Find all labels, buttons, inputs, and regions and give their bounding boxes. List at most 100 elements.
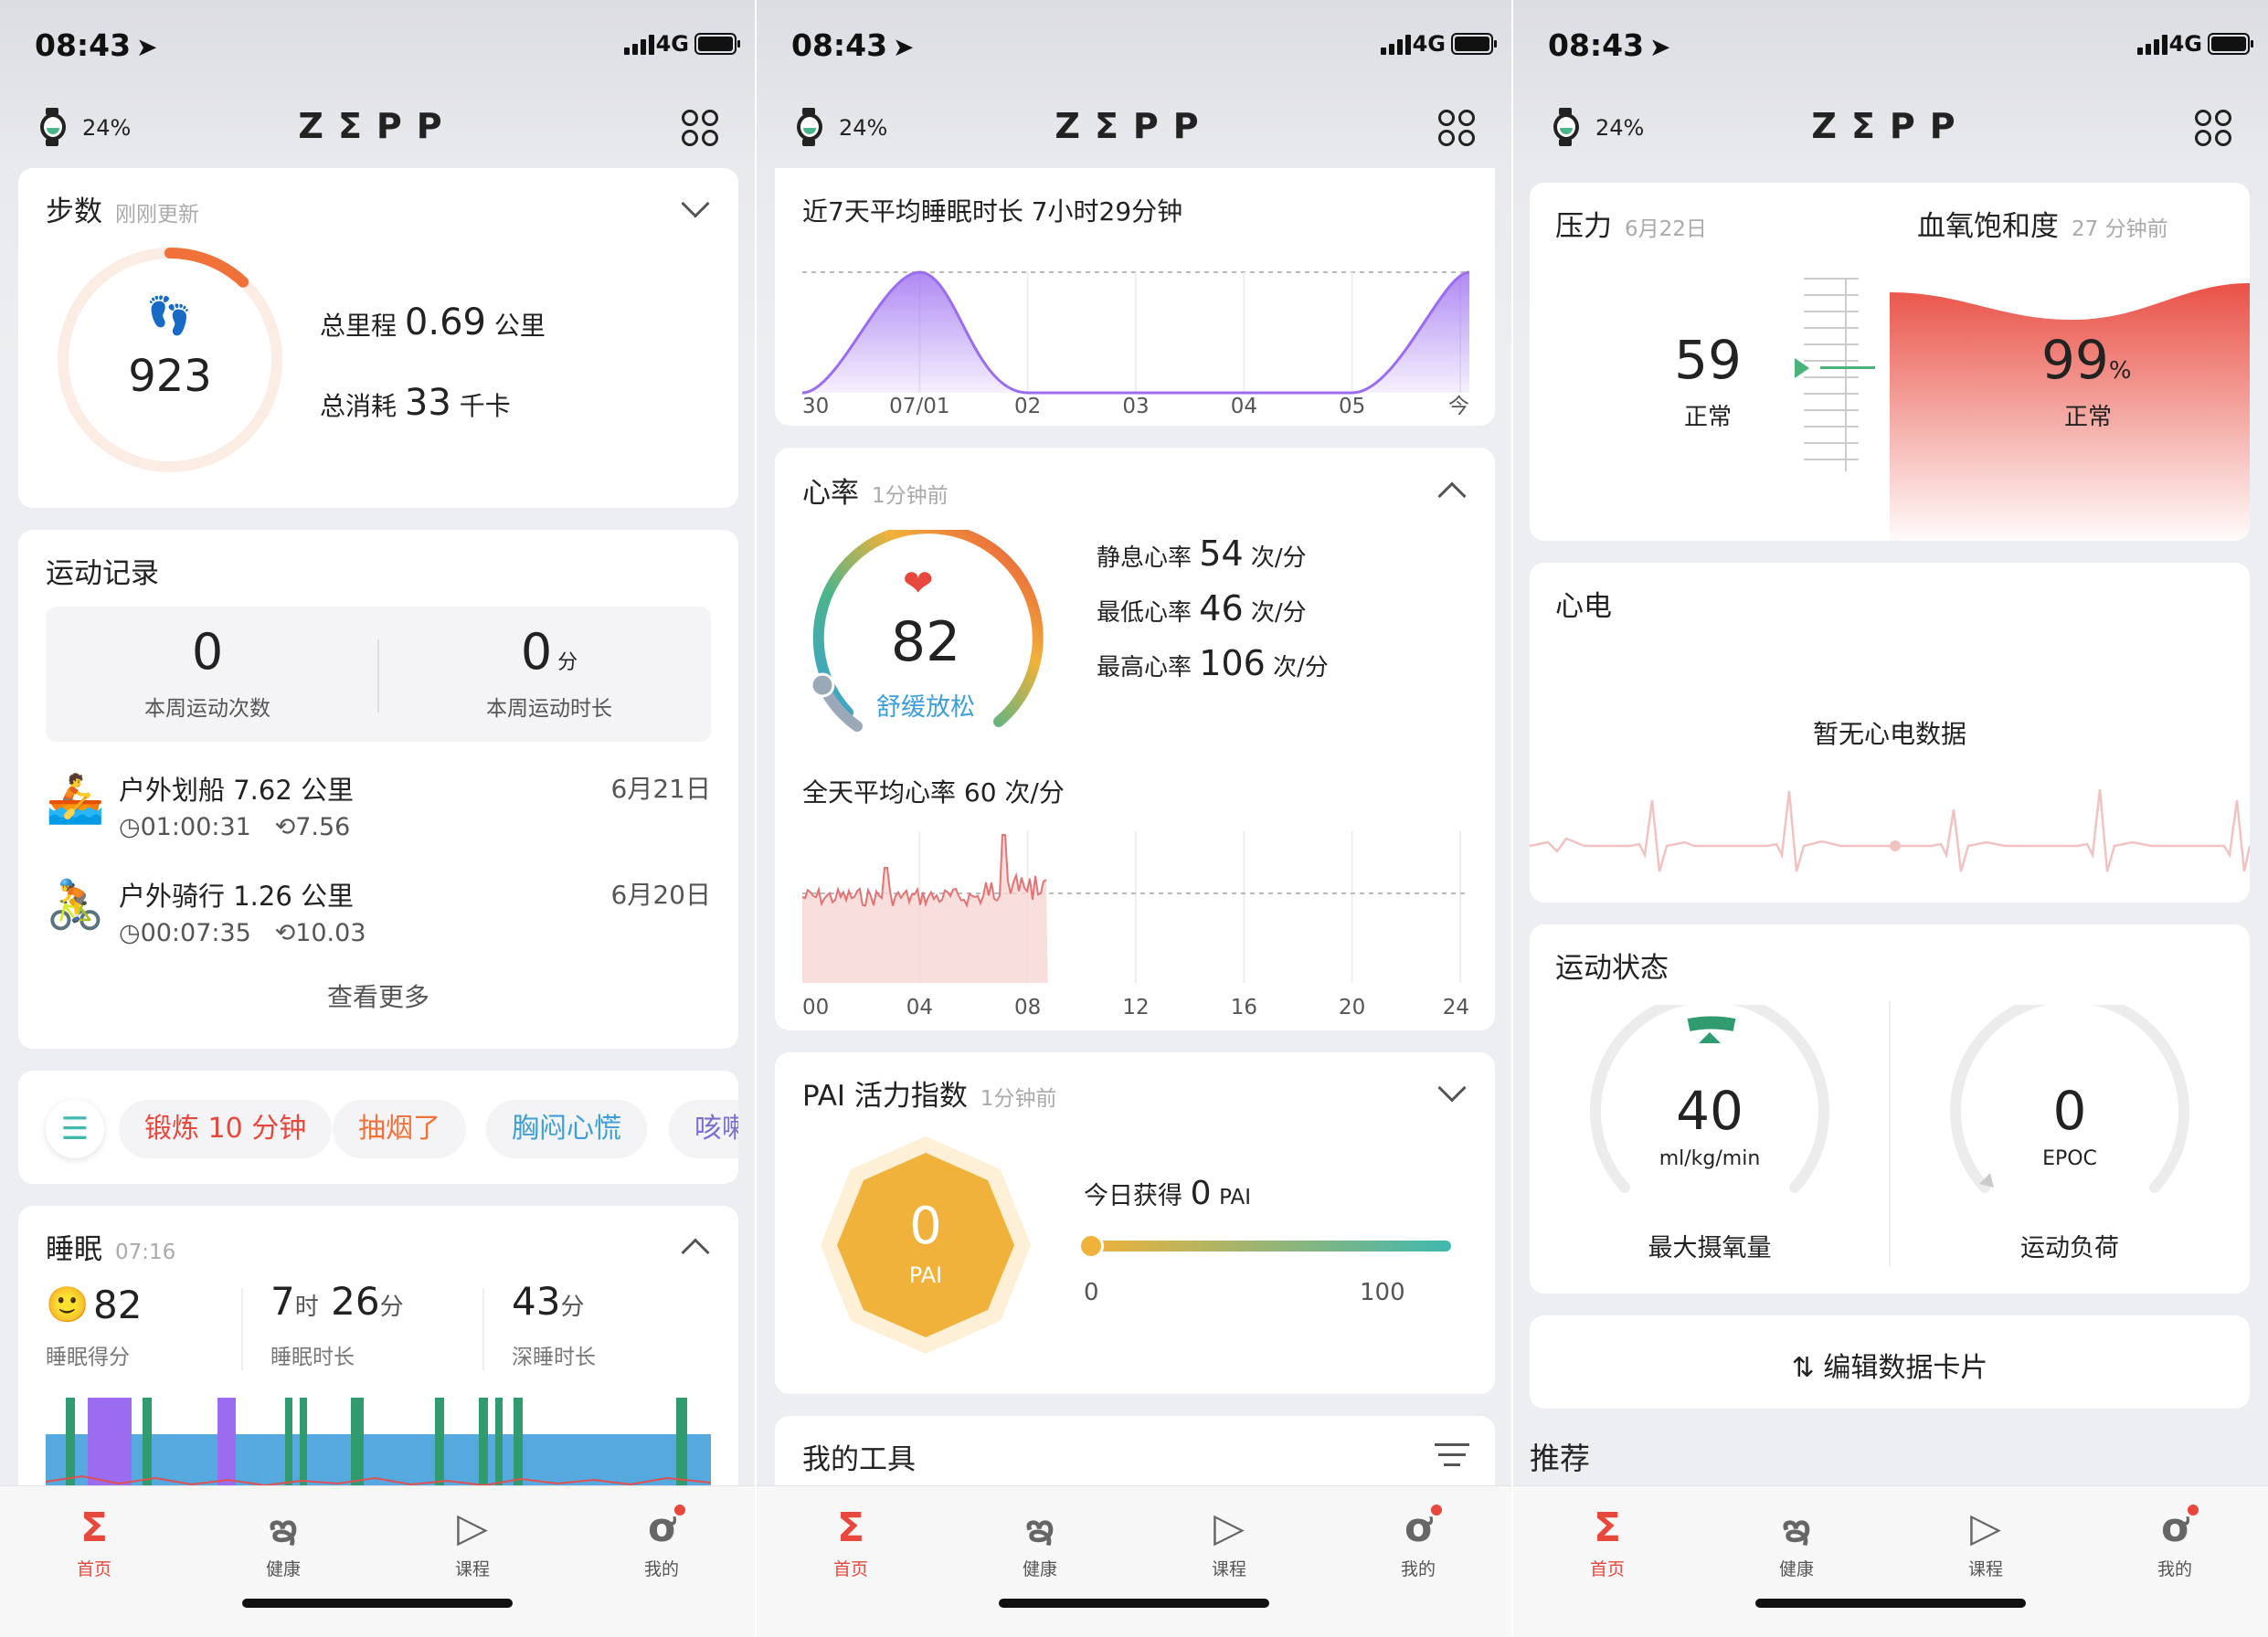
x-tick-label: 04 bbox=[906, 996, 933, 1019]
steps-count: 923 bbox=[128, 351, 212, 402]
heart-updated: 1分钟前 bbox=[872, 484, 949, 508]
stress-spo2-card[interactable]: 压力 6月22日 血氧饱和度 27 分钟前 59 正常 99% 正常 bbox=[1530, 183, 2250, 541]
tab-courses[interactable]: ▷ 课程 bbox=[1174, 1505, 1284, 1580]
sleep-stages-chart bbox=[46, 1398, 711, 1498]
status-bar: 08:43 ➤ 4G bbox=[757, 26, 1511, 63]
min-hr: 最低心率 46 次/分 bbox=[1097, 588, 1307, 628]
signal-icon bbox=[2137, 35, 2167, 55]
heart-icon: ❤ bbox=[903, 563, 934, 605]
tab-courses[interactable]: ▷ 课程 bbox=[418, 1505, 527, 1580]
tab-label: 我的 bbox=[643, 1559, 679, 1579]
list-menu-icon[interactable]: ☰ bbox=[46, 1100, 104, 1158]
deep-segment bbox=[676, 1398, 687, 1498]
vo2-label: 最大摄氧量 bbox=[1648, 1234, 1772, 1262]
workout-name: 户外划船 7.62 公里 bbox=[119, 775, 355, 806]
notification-dot bbox=[674, 1505, 685, 1516]
x-tick-label: 12 bbox=[1122, 996, 1149, 1019]
x-tick-label: 04 bbox=[1231, 395, 1257, 415]
workout-item-cycling[interactable]: 🚴 户外骑行 1.26 公里 6月20日 ◷00:07:35 ⟲10.03 bbox=[18, 861, 738, 961]
tab-label: 健康 bbox=[265, 1559, 301, 1579]
chevron-down-icon[interactable] bbox=[681, 189, 710, 218]
workout-item-rowing[interactable]: 🚣 户外划船 7.62 公里 6月21日 ◷01:00:31 ⟲7.56 bbox=[18, 755, 738, 855]
apps-grid-icon[interactable] bbox=[1438, 110, 1475, 146]
steps-title: 步数 刚刚更新 bbox=[46, 195, 199, 228]
status-time: 08:43 ➤ bbox=[35, 27, 158, 63]
battery-icon bbox=[1451, 33, 1497, 55]
x-tick-label: 今 bbox=[1448, 395, 1469, 415]
chevron-down-icon[interactable] bbox=[1437, 1073, 1467, 1103]
sleep-card[interactable]: 睡眠 07:16 🙂 82 睡眠得分 7时 26分 睡眠时长 43分 深睡时长 bbox=[18, 1206, 738, 1498]
tab-label: 我的 bbox=[2157, 1559, 2192, 1579]
home-indicator bbox=[1755, 1599, 2026, 1608]
steps-card[interactable]: 步数 刚刚更新 👣 923 总里程 0.69 公里 总消耗 33 千卡 bbox=[18, 168, 738, 508]
sleep-time: 07:16 bbox=[115, 1241, 176, 1264]
sleep-week-title: 近7天平均睡眠时长 7小时29分钟 bbox=[802, 196, 1183, 227]
sleep-score-label: 睡眠得分 bbox=[46, 1346, 130, 1369]
tab-profile[interactable]: ơ 我的 bbox=[1363, 1505, 1473, 1580]
sigma-home-icon: Σ bbox=[836, 1505, 865, 1551]
x-tick-label: 30 bbox=[802, 395, 829, 415]
epoc-label: 运动负荷 bbox=[2020, 1234, 2119, 1262]
tab-label: 课程 bbox=[1211, 1559, 1246, 1579]
stress-pointer-icon bbox=[1795, 358, 1809, 378]
view-more-link[interactable]: 查看更多 bbox=[18, 977, 738, 1014]
tab-health[interactable]: ఇ 健康 bbox=[228, 1505, 338, 1580]
exercise-status-card[interactable]: 运动状态 40 ml/kg/min 最大摄氧量 0 EPOC 运动负荷 bbox=[1530, 924, 2250, 1294]
tag-cough[interactable]: 咳嗽 bbox=[669, 1100, 738, 1158]
status-bar: 08:43 ➤ 4G bbox=[0, 26, 755, 63]
weekly-duration-label: 本周运动时长 bbox=[486, 697, 612, 721]
tab-courses[interactable]: ▷ 课程 bbox=[1931, 1505, 2040, 1580]
tab-health[interactable]: ఇ 健康 bbox=[985, 1505, 1095, 1580]
chevron-up-icon[interactable] bbox=[1437, 481, 1467, 511]
status-bar: 08:43 ➤ 4G bbox=[1513, 26, 2268, 63]
filter-icon[interactable] bbox=[1435, 1443, 1469, 1466]
ecg-placeholder-wave bbox=[1530, 788, 2250, 872]
home-indicator bbox=[999, 1599, 1269, 1608]
pai-updated: 1分钟前 bbox=[980, 1087, 1057, 1111]
pace-icon: ⟲ bbox=[274, 813, 296, 841]
apps-grid-icon[interactable] bbox=[682, 110, 718, 146]
spo2-title: 血氧饱和度 27 分钟前 bbox=[1917, 210, 2168, 243]
stress-status: 正常 bbox=[1683, 404, 1732, 431]
workout-name: 户外骑行 1.26 公里 bbox=[119, 881, 355, 912]
workout-date: 6月20日 bbox=[610, 880, 711, 910]
x-tick-label: 02 bbox=[1014, 395, 1041, 415]
resting-hr: 静息心率 54 次/分 bbox=[1097, 533, 1307, 574]
tag-chest-tightness[interactable]: 胸闷心慌 bbox=[486, 1100, 647, 1158]
workout-records-card[interactable]: 运动记录 0 本周运动次数 0分 本周运动时长 🚣 户外划船 7.62 公里 6… bbox=[18, 530, 738, 1049]
tab-label: 课程 bbox=[454, 1559, 490, 1579]
tag-smoking[interactable]: 抽烟了 bbox=[333, 1100, 466, 1158]
location-arrow-icon: ➤ bbox=[893, 32, 915, 62]
health-knot-icon: ఇ bbox=[1782, 1505, 1811, 1551]
heart-rate-card[interactable]: 心率 1分钟前 ❤ 82 舒缓放松 静息心率 54 次/分 最低心率 46 次/分… bbox=[775, 448, 1495, 1030]
quick-tags-card: ☰ 锻炼 10 分钟 抽烟了 胸闷心慌 咳嗽 bbox=[18, 1071, 738, 1184]
tab-label: 首页 bbox=[832, 1559, 868, 1579]
app-header: 24% ZΣPP bbox=[1513, 102, 2268, 152]
sleep-duration-label: 睡眠时长 bbox=[270, 1346, 355, 1369]
network-type: 4G bbox=[655, 31, 689, 57]
x-tick-label: 08 bbox=[1014, 996, 1041, 1019]
sort-arrows-icon: ⇅ bbox=[1791, 1352, 1815, 1384]
rowing-icon: 🚣 bbox=[46, 772, 105, 827]
tab-home[interactable]: Σ 首页 bbox=[796, 1505, 906, 1580]
heart-value: 82 bbox=[890, 610, 961, 674]
cycling-icon: 🚴 bbox=[46, 878, 105, 933]
sleep-week-card[interactable]: 近7天平均睡眠时长 7小时29分钟 30 07/01 02 03 04 05 今 bbox=[775, 168, 1495, 426]
play-course-icon: ▷ bbox=[1213, 1505, 1245, 1551]
ecg-card[interactable]: 心电 暂无心电数据 bbox=[1530, 563, 2250, 903]
pai-min: 0 bbox=[1084, 1279, 1099, 1306]
apps-grid-icon[interactable] bbox=[2195, 110, 2231, 146]
pai-card[interactable]: PAI 活力指数 1分钟前 0 PAI 今日获得 0 PAI 0 100 bbox=[775, 1052, 1495, 1394]
heart-gauge-knob bbox=[810, 672, 835, 698]
edit-cards-button[interactable]: ⇅ 编辑数据卡片 bbox=[1530, 1315, 2250, 1409]
tab-home[interactable]: Σ 首页 bbox=[39, 1505, 149, 1580]
tab-home[interactable]: Σ 首页 bbox=[1553, 1505, 1662, 1580]
tab-health[interactable]: ఇ 健康 bbox=[1742, 1505, 1851, 1580]
tab-profile[interactable]: ơ 我的 bbox=[607, 1505, 716, 1580]
tab-label: 课程 bbox=[1967, 1559, 2003, 1579]
tag-exercise[interactable]: 锻炼 10 分钟 bbox=[119, 1100, 333, 1158]
distance-row: 总里程 0.69 公里 bbox=[320, 301, 546, 343]
tab-profile[interactable]: ơ 我的 bbox=[2120, 1505, 2230, 1580]
notification-dot bbox=[1431, 1505, 1442, 1516]
chevron-up-icon[interactable] bbox=[681, 1238, 710, 1267]
